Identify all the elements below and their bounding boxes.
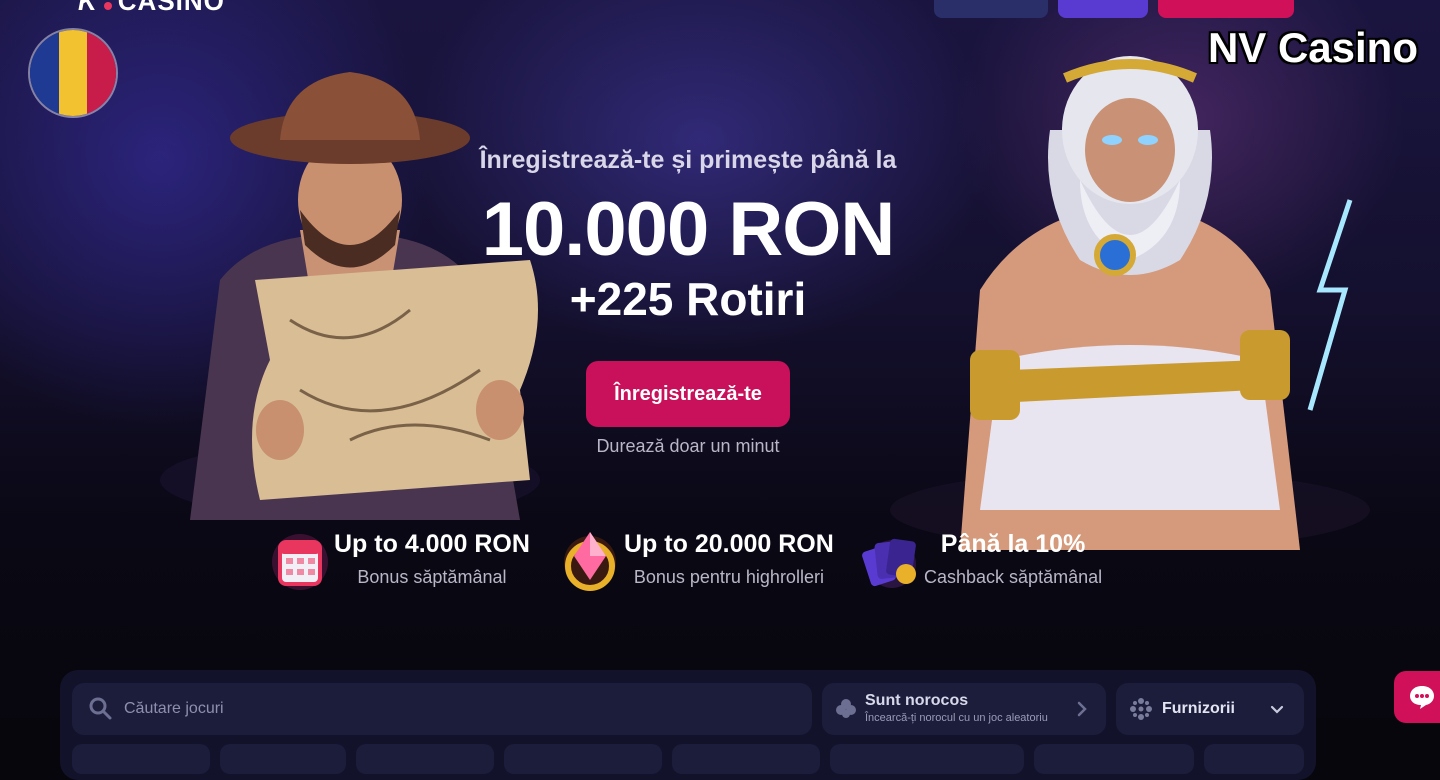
perk-highroller-bonus: Up to 20.000 RON Bonus pentru highroller… — [560, 526, 834, 592]
chevron-down-icon — [1270, 705, 1284, 714]
category-chip[interactable] — [1204, 744, 1304, 774]
perk-subtitle: Bonus săptămânal — [357, 567, 507, 587]
lucky-title: Sunt norocos — [865, 692, 969, 709]
perk-title: Până la 10% — [940, 530, 1086, 558]
gem-icon — [564, 532, 616, 591]
category-chip[interactable] — [72, 744, 210, 774]
lucky-random-game-button[interactable]: Sunt norocos Încearcă-ți norocul cu un j… — [822, 683, 1106, 735]
register-button[interactable]: Înregistrează-te — [586, 361, 790, 427]
hero-bonus-amount: 10.000 RON — [481, 187, 895, 272]
perk-title: Up to 4.000 RON — [334, 530, 530, 558]
lucky-subtitle: Încearcă-ți norocul cu un joc aleatoriu — [865, 712, 1048, 724]
romania-flag-icon — [28, 28, 118, 118]
providers-label: Furnizorii — [1162, 700, 1235, 717]
live-chat-button[interactable] — [1394, 671, 1440, 723]
nav-button-register[interactable] — [1158, 0, 1294, 18]
nav-button-login[interactable] — [1058, 0, 1148, 18]
cards-icon — [862, 538, 916, 588]
perk-title: Up to 20.000 RON — [624, 530, 834, 558]
site-logo[interactable]: K CASINO — [78, 0, 225, 17]
search-icon — [89, 697, 112, 720]
perk-subtitle: Cashback săptămânal — [924, 567, 1103, 587]
register-note: Durează doar un minut — [596, 436, 780, 456]
perk-cashback: Până la 10% Cashback săptămânal — [860, 526, 1102, 592]
category-chip[interactable] — [1034, 744, 1194, 774]
clover-icon — [836, 699, 856, 718]
category-chip[interactable] — [830, 744, 1024, 774]
calendar-icon — [272, 534, 328, 590]
nav-button-language[interactable] — [934, 0, 1048, 18]
chat-bubble-icon — [1410, 686, 1434, 709]
chevron-right-icon — [1077, 701, 1087, 717]
providers-dropdown[interactable]: Furnizorii — [1116, 683, 1304, 735]
category-chip[interactable] — [220, 744, 346, 774]
category-chip[interactable] — [672, 744, 820, 774]
search-input[interactable] — [122, 699, 786, 719]
perk-weekly-bonus: Up to 4.000 RON Bonus săptămânal — [270, 526, 530, 592]
game-search-field[interactable] — [72, 683, 812, 735]
perk-subtitle: Bonus pentru highrolleri — [633, 567, 824, 587]
category-chip[interactable] — [356, 744, 494, 774]
hero-subtitle: Înregistrează-te și primește până la — [479, 146, 897, 174]
providers-grid-icon — [1130, 698, 1152, 720]
category-chip[interactable] — [504, 744, 662, 774]
hero-free-spins: +225 Rotiri — [569, 273, 807, 325]
